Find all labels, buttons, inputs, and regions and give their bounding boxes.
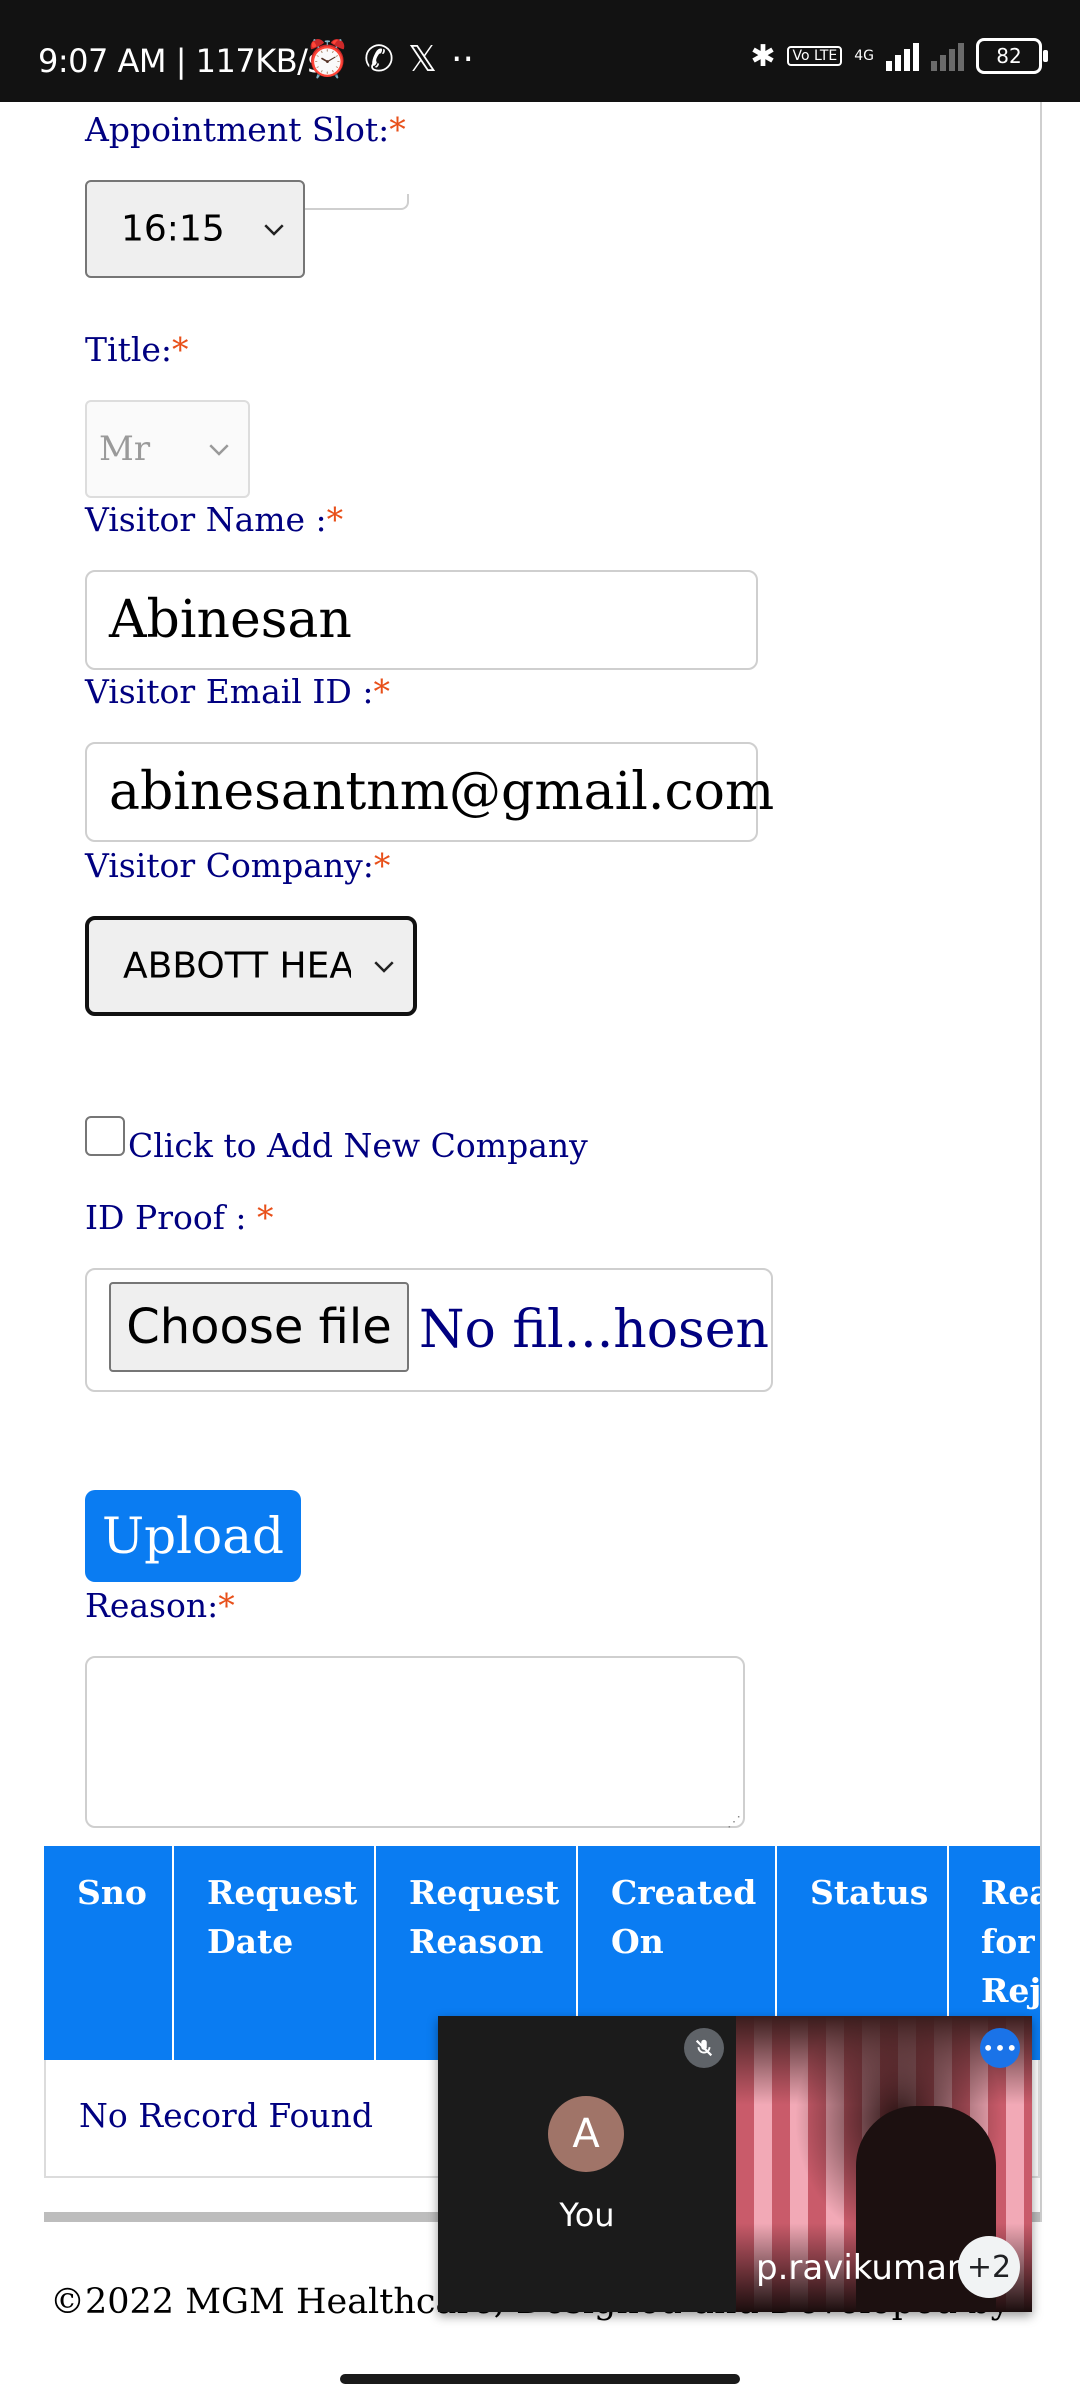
id-proof-label: ID Proof : *	[85, 1198, 274, 1237]
id-proof-file-input: Choose file No fil...hosen	[85, 1268, 773, 1392]
alarm-icon: ⏰	[305, 39, 350, 80]
status-time: 9:07 AM | 117KB/s	[38, 42, 324, 80]
visitor-email-input[interactable]: abinesantnm@gmail.com	[85, 742, 774, 842]
appointment-slot-label: Appointment Slot:*	[85, 110, 406, 149]
status-bar: 9:07 AM | 117KB/s ⏰ ✆ 𝕏 ·· ✱ Vo LTE 4G 82	[0, 0, 1080, 102]
network-type: 4G	[854, 48, 874, 64]
chevron-down-icon	[264, 224, 284, 236]
more-participants-badge[interactable]: +2	[958, 2236, 1020, 2298]
visitor-name-input[interactable]: Abinesan	[85, 570, 758, 670]
upload-button[interactable]: Upload	[85, 1490, 301, 1582]
chevron-down-icon	[374, 961, 394, 973]
signal-2-icon	[931, 41, 964, 71]
reason-textarea[interactable]	[85, 1656, 745, 1830]
x-app-icon: 𝕏	[408, 39, 438, 80]
volte-icon: Vo LTE	[787, 46, 843, 66]
title-select[interactable]: Mr	[85, 400, 250, 498]
visitor-company-select[interactable]: ABBOTT HEA	[85, 916, 417, 1016]
reason-label: Reason:*	[85, 1586, 235, 1625]
visitor-company-label: Visitor Company:*	[85, 846, 391, 885]
header-sno: Sno	[44, 1846, 174, 2060]
speaking-indicator-icon: •••	[980, 2028, 1020, 2068]
visitor-name-label: Visitor Name :*	[85, 500, 344, 539]
video-call-overlay[interactable]: A You ••• p.ravikumar +2	[438, 2016, 1032, 2312]
gesture-home-bar[interactable]	[340, 2374, 740, 2384]
remote-participant-name: p.ravikumar	[756, 2248, 961, 2288]
title-label: Title:*	[85, 330, 189, 369]
more-notifications-icon: ··	[451, 39, 474, 80]
bluetooth-icon: ✱	[750, 38, 776, 74]
empty-message: No Record Found	[79, 2096, 373, 2135]
add-new-company-checkbox[interactable]	[85, 1116, 125, 1156]
remote-video-tile[interactable]: ••• p.ravikumar +2	[736, 2016, 1032, 2312]
appointment-slot-select[interactable]: 16:15	[85, 180, 305, 278]
signal-icon	[886, 41, 919, 71]
visitor-email-label: Visitor Email ID :*	[85, 672, 390, 711]
choose-file-button[interactable]: Choose file	[109, 1282, 409, 1372]
add-new-company-label[interactable]: Click to Add New Company	[128, 1126, 588, 1165]
avatar: A	[548, 2096, 624, 2172]
self-label: You	[559, 2196, 615, 2234]
file-status: No fil...hosen	[419, 1300, 769, 1360]
chevron-down-icon	[209, 444, 229, 456]
self-video-tile[interactable]: A You	[438, 2016, 736, 2312]
whatsapp-icon: ✆	[363, 39, 394, 80]
mic-off-icon	[684, 2028, 724, 2068]
battery-icon: 82	[976, 38, 1048, 74]
header-request-date: Request Date	[174, 1846, 376, 2060]
